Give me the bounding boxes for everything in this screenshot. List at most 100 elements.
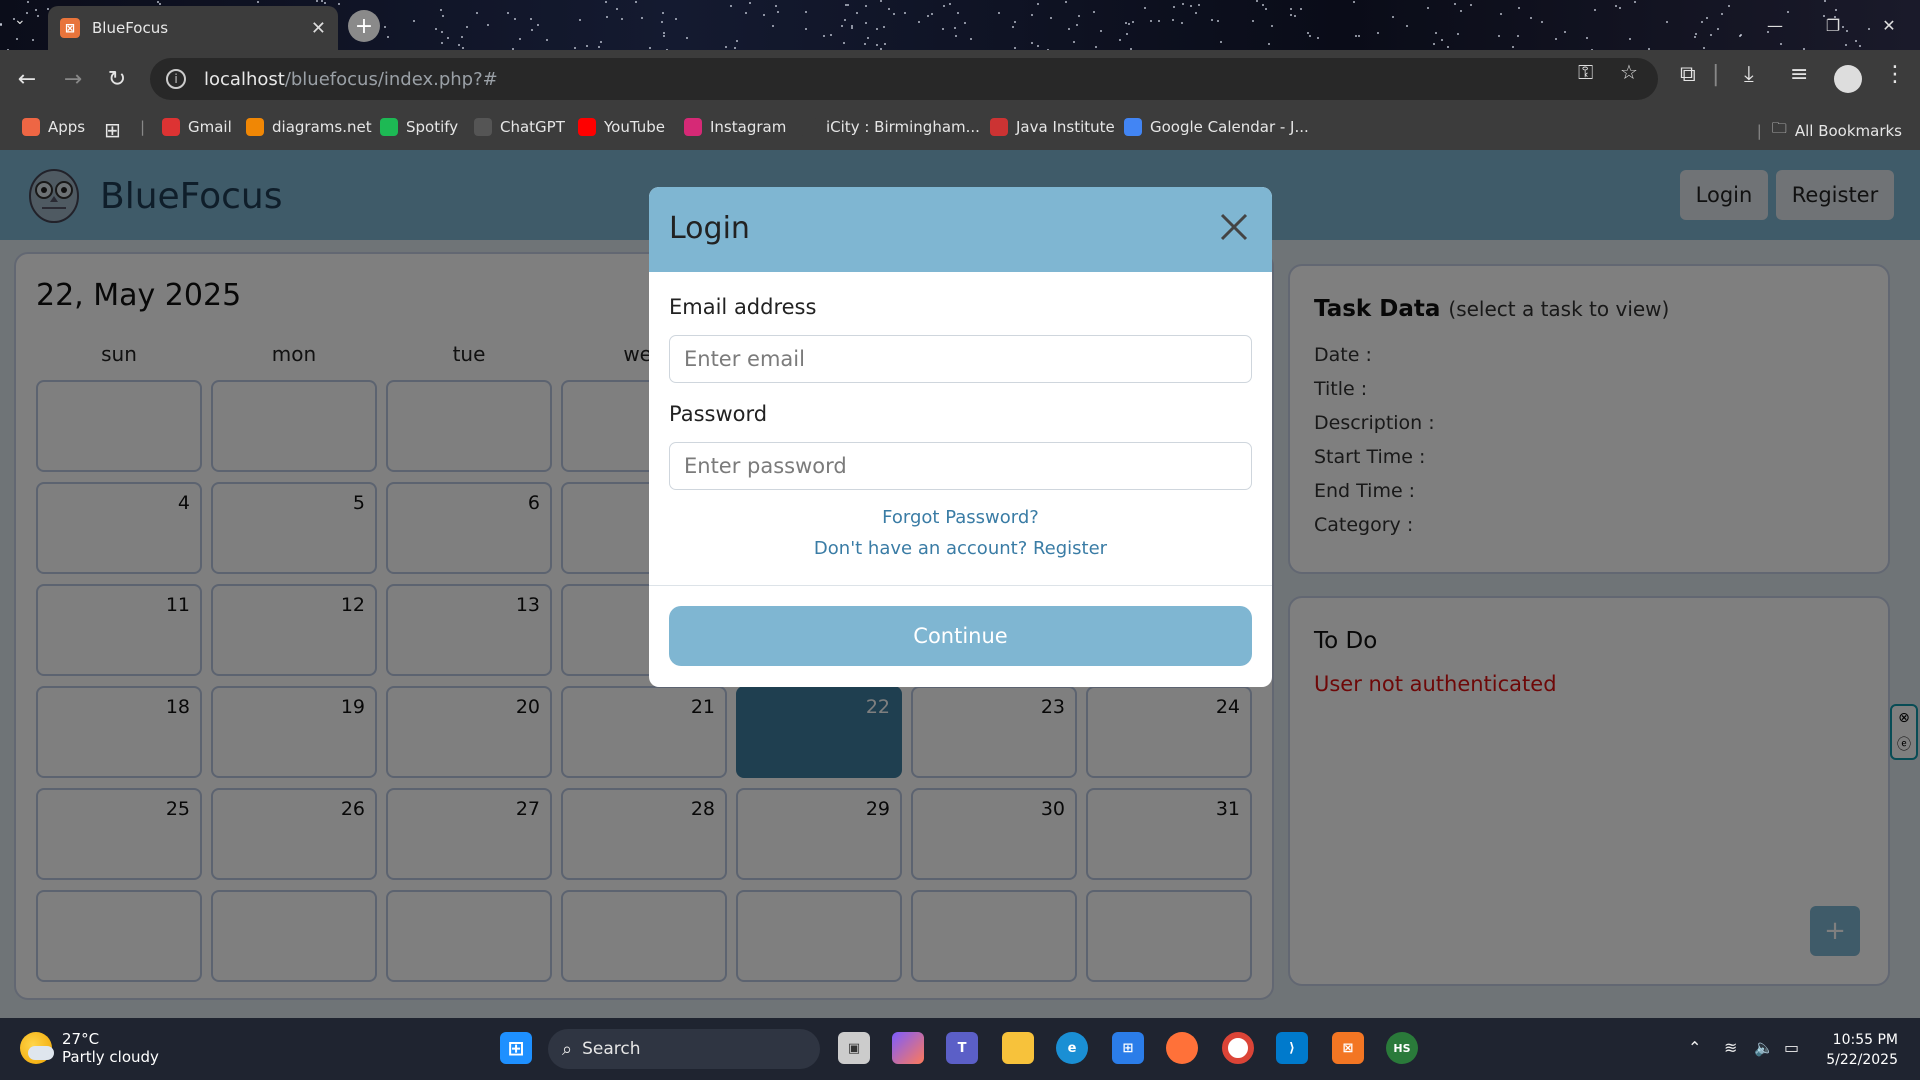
all-bookmarks[interactable]: | 🗀 All Bookmarks [1757,118,1902,143]
register-link[interactable]: Don't have an account? Register [649,538,1272,559]
vscode-icon[interactable]: ⟩ [1276,1032,1308,1064]
teams-icon[interactable]: T [946,1032,978,1064]
star-dot [1198,4,1201,7]
tab-groups-icon[interactable]: ⊞ [104,118,121,142]
password-field[interactable] [669,442,1252,490]
bookmark-item[interactable]: iCity : Birmingham... [800,118,980,136]
downloads-icon[interactable]: ⤓ [1744,62,1754,87]
reload-icon[interactable]: ↻ [102,64,132,94]
star-dot [686,36,689,39]
close-window-icon[interactable]: ✕ [1866,0,1912,50]
forward-icon[interactable]: → [58,64,88,94]
bookmark-item[interactable]: Gmail [162,118,232,136]
star-dot [748,1,751,4]
star-dot [1391,15,1394,18]
file-explorer-icon[interactable] [1002,1032,1034,1064]
star-dot [1619,7,1621,10]
bookmark-star-icon[interactable]: ☆ [1620,60,1638,84]
continue-button[interactable]: Continue [669,606,1252,666]
star-dot [1316,36,1319,39]
star-dot [1517,6,1520,9]
web-page: BlueFocus Login Register 22, May 2025 su… [0,150,1920,1018]
xampp-taskbar-icon[interactable]: ⊠ [1332,1032,1364,1064]
system-clock[interactable]: 10:55 PM 5/22/2025 [1826,1030,1898,1070]
star-dot [1068,28,1071,31]
profile-avatar[interactable] [1834,65,1862,93]
edge-icon[interactable]: e [1056,1032,1088,1064]
star-dot [1290,7,1293,10]
star-dot [948,2,951,5]
browser-tab[interactable]: ⊠ BlueFocus ✕ [48,6,338,50]
weather-widget[interactable]: 27°C Partly cloudy [20,1030,159,1066]
toolbar-divider: | [1712,62,1720,87]
forgot-password-link[interactable]: Forgot Password? [649,507,1272,528]
bookmark-item[interactable]: ChatGPT [474,118,565,136]
star-dot [1189,4,1192,7]
firefox-icon[interactable] [1166,1032,1198,1064]
star-dot [1614,4,1617,7]
calendar-icon [1124,118,1142,136]
wifi-icon[interactable]: ≋ [1724,1038,1737,1057]
tab-title: BlueFocus [92,19,169,37]
star-dot [725,46,728,49]
password-key-icon[interactable]: ⚿ [1578,60,1593,84]
battery-icon[interactable]: ▭ [1784,1038,1799,1057]
copilot-icon[interactable] [892,1032,924,1064]
back-icon[interactable]: ← [12,64,42,94]
star-dot [1517,35,1520,38]
minimize-icon[interactable]: — [1752,0,1798,50]
chrome-icon[interactable] [1222,1032,1254,1064]
bookmark-item[interactable]: YouTube [578,118,665,136]
tab-search-chevron-icon[interactable]: ⌄ [14,12,26,28]
volume-icon[interactable]: 🔈 [1754,1038,1774,1057]
close-icon[interactable] [1214,207,1254,247]
windows-start-icon[interactable]: ⊞ [500,1032,532,1064]
star-dot [969,37,972,40]
star-dot [648,46,651,49]
email-label: Email address [669,295,817,319]
restore-icon[interactable]: ❐ [1810,0,1856,50]
tray-chevron-icon[interactable]: ⌃ [1688,1038,1701,1057]
task-view-icon[interactable]: ▣ [838,1032,870,1064]
taskbar-search[interactable]: ⌕ Search [548,1029,820,1069]
apps-grid-icon [22,118,40,136]
star-dot [804,27,807,30]
star-dot [546,39,549,42]
all-bookmarks-label: All Bookmarks [1794,121,1902,140]
star-dot [36,15,39,18]
star-dot [675,17,678,20]
star-dot [1125,33,1128,36]
taskbar-search-label: Search [582,1039,641,1059]
browser-tab-strip: ⌄ ⊠ BlueFocus ✕ + — ❐ ✕ [0,0,1920,50]
hs-app-icon[interactable]: HS [1386,1032,1418,1064]
bookmark-item[interactable]: diagrams.net [246,118,372,136]
bookmark-item[interactable]: Apps [22,118,85,136]
star-dot [1530,17,1533,20]
star-dot [1093,10,1096,13]
bookmark-label: Java Institute [1016,118,1115,136]
star-dot [842,41,845,44]
new-tab-button[interactable]: + [348,10,380,42]
bookmark-label: Google Calendar - J... [1150,118,1309,136]
email-field[interactable] [669,335,1252,383]
close-tab-icon[interactable]: ✕ [311,18,326,39]
extensions-icon[interactable]: ⧉ [1680,62,1696,87]
star-dot [997,11,1000,14]
bookmark-item[interactable]: Spotify [380,118,458,136]
star-dot [1665,20,1668,23]
bookmark-item[interactable]: Instagram [684,118,786,136]
menu-kebab-icon[interactable]: ⋮ [1884,62,1906,87]
star-dot [465,26,468,29]
star-dot [1124,22,1127,25]
star-dot [506,11,509,14]
address-bar[interactable]: i localhost/bluefocus/index.php?# [150,58,1658,100]
star-dot [660,20,663,23]
star-dot [1441,39,1444,42]
bookmark-item[interactable]: Google Calendar - J... [1124,118,1309,136]
media-control-icon[interactable]: ≡ [1790,62,1808,87]
star-dot [320,0,323,3]
site-info-icon[interactable]: i [166,69,186,89]
store-icon[interactable]: ⊞ [1112,1032,1144,1064]
star-dot [1131,20,1134,23]
bookmark-item[interactable]: Java Institute [990,118,1115,136]
